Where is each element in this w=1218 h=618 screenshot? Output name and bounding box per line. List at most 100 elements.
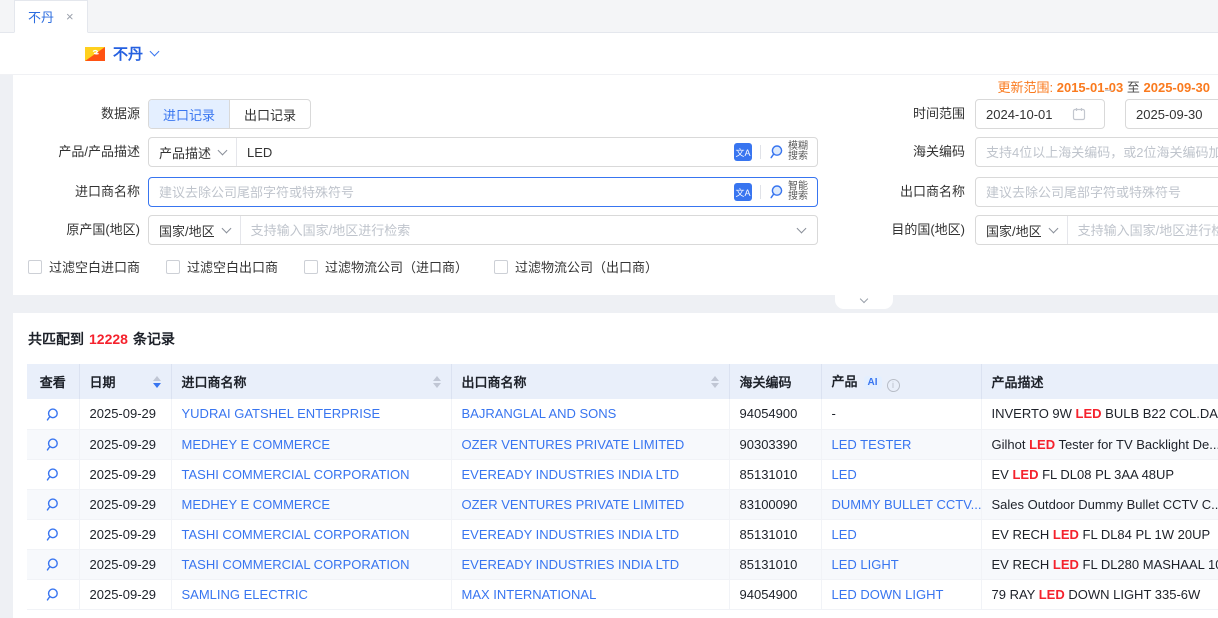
exporter-input[interactable] xyxy=(975,177,1218,207)
cell-hs-code: 94054900 xyxy=(729,399,821,429)
importer-input[interactable] xyxy=(149,178,734,206)
translate-icon[interactable]: 文A xyxy=(734,183,752,201)
view-record-icon[interactable] xyxy=(45,497,60,512)
checkbox-icon[interactable] xyxy=(494,260,508,274)
checkbox-icon[interactable] xyxy=(28,260,42,274)
table-row: 2025-09-29 SAMLING ELECTRIC MAX INTERNAT… xyxy=(27,579,1218,609)
importer-link[interactable]: MEDHEY E COMMERCE xyxy=(182,437,331,452)
checkbox-icon[interactable] xyxy=(304,260,318,274)
origin-select-group: 国家/地区 xyxy=(148,215,818,245)
cell-description: INVERTO 9W LED BULB B22 COL.DA ... xyxy=(981,399,1218,429)
fuzzy-search-button[interactable]: 模糊 搜索 xyxy=(769,142,817,162)
importer-link[interactable]: MEDHEY E COMMERCE xyxy=(182,497,331,512)
origin-label: 原产国(地区) xyxy=(13,215,140,245)
product-link[interactable]: LED xyxy=(832,467,857,482)
col-description: 产品描述 xyxy=(981,364,1218,399)
export-records-tab[interactable]: 出口记录 xyxy=(229,100,310,128)
tab-close-icon[interactable]: × xyxy=(66,9,74,24)
collapse-panel-handle[interactable] xyxy=(835,295,893,309)
importer-label: 进口商名称 xyxy=(13,177,140,207)
exporter-link[interactable]: BAJRANGLAL AND SONS xyxy=(462,406,617,421)
destination-type-select[interactable]: 国家/地区 xyxy=(976,216,1068,244)
cell-description: EV RECH LED FL DL84 PL 1W 20UP xyxy=(981,519,1218,549)
product-link[interactable]: LED xyxy=(832,527,857,542)
filter-blank-exporter-checkbox[interactable]: 过滤空白出口商 xyxy=(166,257,278,276)
exporter-link[interactable]: EVEREADY INDUSTRIES INDIA LTD xyxy=(462,527,680,542)
exporter-link[interactable]: MAX INTERNATIONAL xyxy=(462,587,597,602)
col-exporter: 出口商名称 xyxy=(451,364,729,399)
date-end-input[interactable] xyxy=(1136,107,1218,122)
col-product: 产品AIi xyxy=(821,364,981,399)
importer-link[interactable]: YUDRAI GATSHEL ENTERPRISE xyxy=(182,406,381,421)
destination-select-group: 国家/地区 xyxy=(975,215,1218,245)
hs-code-input[interactable] xyxy=(975,137,1218,167)
chevron-down-icon xyxy=(221,223,231,233)
filter-logistics-exporter-checkbox[interactable]: 过滤物流公司（出口商） xyxy=(494,257,658,276)
tab-bhutan[interactable]: 不丹 × xyxy=(14,0,88,33)
divider xyxy=(760,145,761,159)
checkbox-icon[interactable] xyxy=(166,260,180,274)
bhutan-flag-icon xyxy=(85,47,105,61)
results-panel: 共匹配到12228条记录 查看 日期 进口商名称 xyxy=(13,313,1218,618)
importer-link[interactable]: TASHI COMMERCIAL CORPORATION xyxy=(182,467,410,482)
sort-asc-icon xyxy=(153,376,161,381)
product-search-group: 产品描述 文A 模糊 搜索 xyxy=(148,137,818,167)
cell-description: 79 RAY LED DOWN LIGHT 335-6W xyxy=(981,579,1218,609)
importer-link[interactable]: TASHI COMMERCIAL CORPORATION xyxy=(182,557,410,572)
view-record-icon[interactable] xyxy=(45,407,60,422)
importer-link[interactable]: SAMLING ELECTRIC xyxy=(182,587,308,602)
info-icon[interactable]: i xyxy=(887,379,900,392)
filter-checkbox-row: 过滤空白进口商 过滤空白出口商 过滤物流公司（进口商） 过滤物流公司（出口商） xyxy=(28,257,658,276)
chevron-down-icon xyxy=(860,295,868,303)
filter-blank-importer-checkbox[interactable]: 过滤空白进口商 xyxy=(28,257,140,276)
translate-icon[interactable]: 文A xyxy=(734,143,752,161)
chevron-down-icon xyxy=(1048,223,1058,233)
update-range: 更新范围: 2015-01-03 至 2025-09-30 xyxy=(965,77,1210,96)
tab-title: 不丹 xyxy=(28,7,54,26)
product-link[interactable]: LED TESTER xyxy=(832,437,912,452)
chevron-down-icon[interactable] xyxy=(150,47,160,57)
exporter-link[interactable]: EVEREADY INDUSTRIES INDIA LTD xyxy=(462,467,680,482)
sort-exporter-control[interactable] xyxy=(711,376,719,388)
sort-importer-control[interactable] xyxy=(433,376,441,388)
cell-hs-code: 85131010 xyxy=(729,459,821,489)
smart-search-button[interactable]: 智能 搜索 xyxy=(769,182,817,202)
product-link[interactable]: LED LIGHT xyxy=(832,557,899,572)
filter-logistics-importer-checkbox[interactable]: 过滤物流公司（进口商） xyxy=(304,257,468,276)
sort-asc-icon xyxy=(711,376,719,381)
origin-input[interactable] xyxy=(241,216,798,244)
importer-search-group: 文A 智能 搜索 xyxy=(148,177,818,207)
exporter-link[interactable]: OZER VENTURES PRIVATE LIMITED xyxy=(462,497,685,512)
cell-hs-code: 90303390 xyxy=(729,429,821,459)
exporter-link[interactable]: EVEREADY INDUSTRIES INDIA LTD xyxy=(462,557,680,572)
sort-date-control[interactable] xyxy=(153,376,161,388)
origin-type-select[interactable]: 国家/地区 xyxy=(149,216,241,244)
results-summary: 共匹配到12228条记录 xyxy=(28,329,1218,349)
product-link[interactable]: LED DOWN LIGHT xyxy=(832,587,944,602)
table-row: 2025-09-29 MEDHEY E COMMERCE OZER VENTUR… xyxy=(27,429,1218,459)
sort-desc-icon xyxy=(153,383,161,388)
date-end-field[interactable] xyxy=(1125,99,1218,129)
update-end-date: 2025-09-30 xyxy=(1144,80,1211,95)
sort-desc-icon xyxy=(433,383,441,388)
date-start-field[interactable] xyxy=(975,99,1105,129)
view-record-icon[interactable] xyxy=(45,467,60,482)
exporter-link[interactable]: OZER VENTURES PRIVATE LIMITED xyxy=(462,437,685,452)
import-records-tab[interactable]: 进口记录 xyxy=(149,100,229,128)
ai-badge: AI xyxy=(864,376,882,389)
table-header-row: 查看 日期 进口商名称 出口商 xyxy=(27,364,1218,399)
view-record-icon[interactable] xyxy=(45,437,60,452)
date-start-input[interactable] xyxy=(986,107,1072,122)
product-input[interactable] xyxy=(237,138,734,166)
product-type-select[interactable]: 产品描述 xyxy=(149,138,237,166)
chevron-down-icon[interactable] xyxy=(797,223,807,233)
product-link[interactable]: DUMMY BULLET CCTV... xyxy=(832,497,982,512)
view-record-icon[interactable] xyxy=(45,527,60,542)
destination-input[interactable] xyxy=(1068,216,1218,244)
importer-link[interactable]: TASHI COMMERCIAL CORPORATION xyxy=(182,527,410,542)
view-record-icon[interactable] xyxy=(45,557,60,572)
view-record-icon[interactable] xyxy=(45,587,60,602)
col-date: 日期 xyxy=(79,364,171,399)
sort-asc-icon xyxy=(433,376,441,381)
cell-description: Gilhot LED Tester for TV Backlight De... xyxy=(981,429,1218,459)
